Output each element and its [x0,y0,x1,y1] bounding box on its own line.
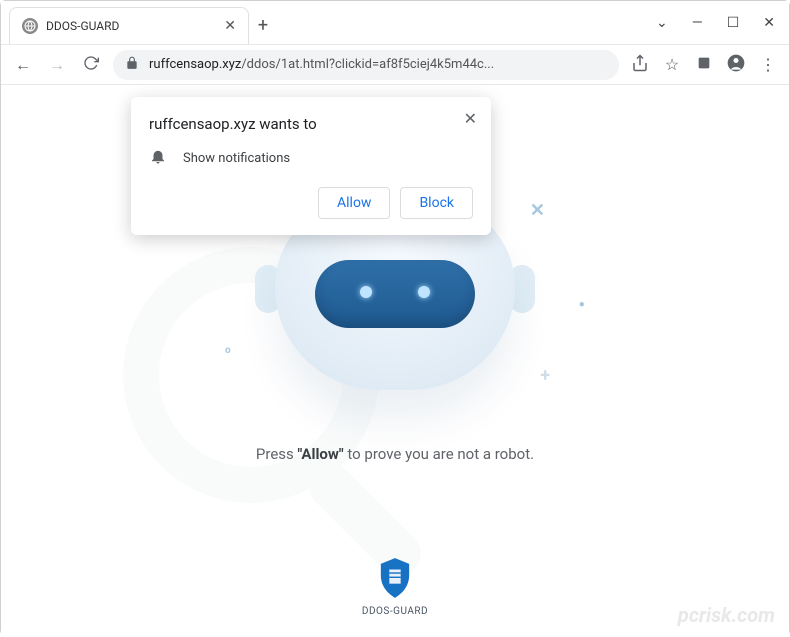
browser-tab[interactable]: DDOS-GUARD ✕ [9,7,249,44]
address-bar[interactable]: ruffcensaop.xyz/ddos/1at.html?clickid=af… [113,50,619,80]
bell-icon [149,147,167,169]
maximize-button[interactable]: ☐ [727,15,740,31]
footer-label: DDOS-GUARD [1,606,789,617]
share-icon[interactable] [629,54,651,76]
globe-icon [22,18,38,34]
back-button[interactable]: ← [11,55,35,75]
titlebar: DDOS-GUARD ✕ + ⌄ — ☐ ✕ [1,1,789,45]
page-content: ✕ ruffcensaop.xyz wants to Show notifica… [1,85,789,637]
new-tab-button[interactable]: + [249,7,277,44]
reload-button[interactable] [79,55,103,75]
browser-toolbar: ← → ruffcensaop.xyz/ddos/1at.html?clicki… [1,45,789,85]
lock-icon [125,55,139,74]
url-text: ruffcensaop.xyz/ddos/1at.html?clickid=af… [149,57,607,72]
permission-text: Show notifications [183,151,290,166]
allow-button[interactable]: Allow [318,187,390,219]
window-controls: ⌄ — ☐ ✕ [656,1,789,44]
caret-down-icon[interactable]: ⌄ [656,15,668,31]
dialog-title: ruffcensaop.xyz wants to [149,115,473,133]
permission-row: Show notifications [149,147,473,169]
instruction-text: Press "Allow" to prove you are not a rob… [1,445,789,463]
extensions-icon[interactable] [693,55,715,75]
forward-button[interactable]: → [45,55,69,75]
dialog-close-icon[interactable]: ✕ [464,109,477,128]
window-close-button[interactable]: ✕ [763,15,775,31]
tab-title: DDOS-GUARD [46,19,216,33]
star-icon[interactable]: ☆ [661,55,683,74]
notification-permission-dialog: ✕ ruffcensaop.xyz wants to Show notifica… [131,97,491,235]
tab-close-icon[interactable]: ✕ [224,18,236,34]
profile-icon[interactable] [725,53,747,77]
block-button[interactable]: Block [400,187,473,219]
shield-icon [378,558,412,602]
menu-icon[interactable]: ⋮ [757,55,779,74]
page-footer: DDOS-GUARD [1,558,789,617]
minimize-button[interactable]: — [692,15,703,31]
